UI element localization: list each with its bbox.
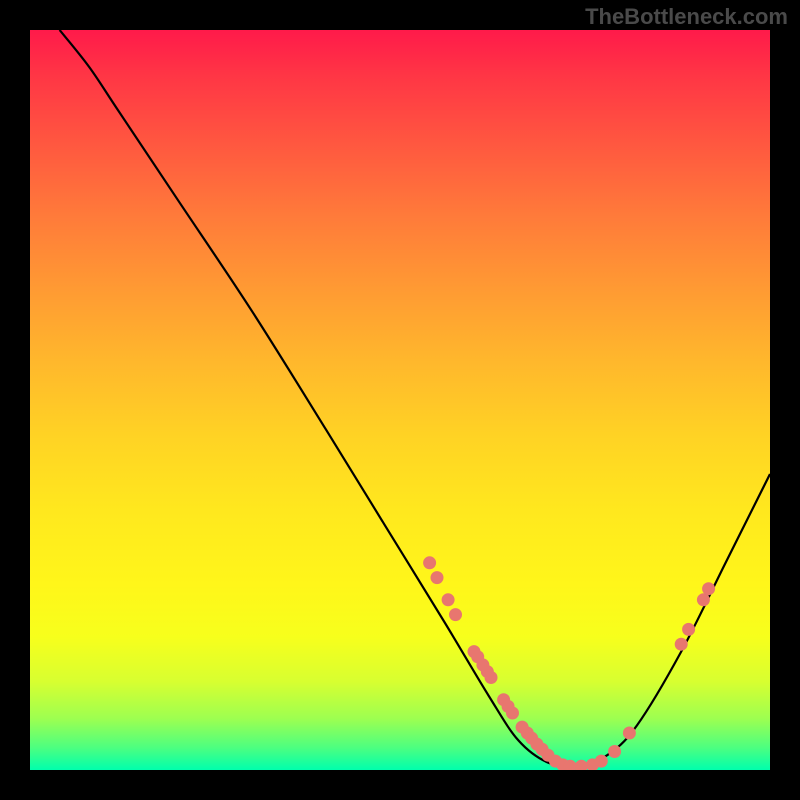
- data-point: [702, 582, 715, 595]
- data-point: [423, 556, 436, 569]
- plot-area: [30, 30, 770, 770]
- data-point: [608, 745, 621, 758]
- data-point: [682, 623, 695, 636]
- data-point: [675, 638, 688, 651]
- data-point: [575, 760, 588, 770]
- data-point: [449, 608, 462, 621]
- data-point: [431, 571, 444, 584]
- data-point: [485, 671, 498, 684]
- data-point: [506, 707, 519, 720]
- data-point: [442, 593, 455, 606]
- data-points: [423, 556, 715, 770]
- data-point: [697, 593, 710, 606]
- data-point: [595, 755, 608, 768]
- data-point: [623, 727, 636, 740]
- watermark-text: TheBottleneck.com: [585, 4, 788, 30]
- chart-svg: [30, 30, 770, 770]
- bottleneck-curve: [60, 30, 770, 767]
